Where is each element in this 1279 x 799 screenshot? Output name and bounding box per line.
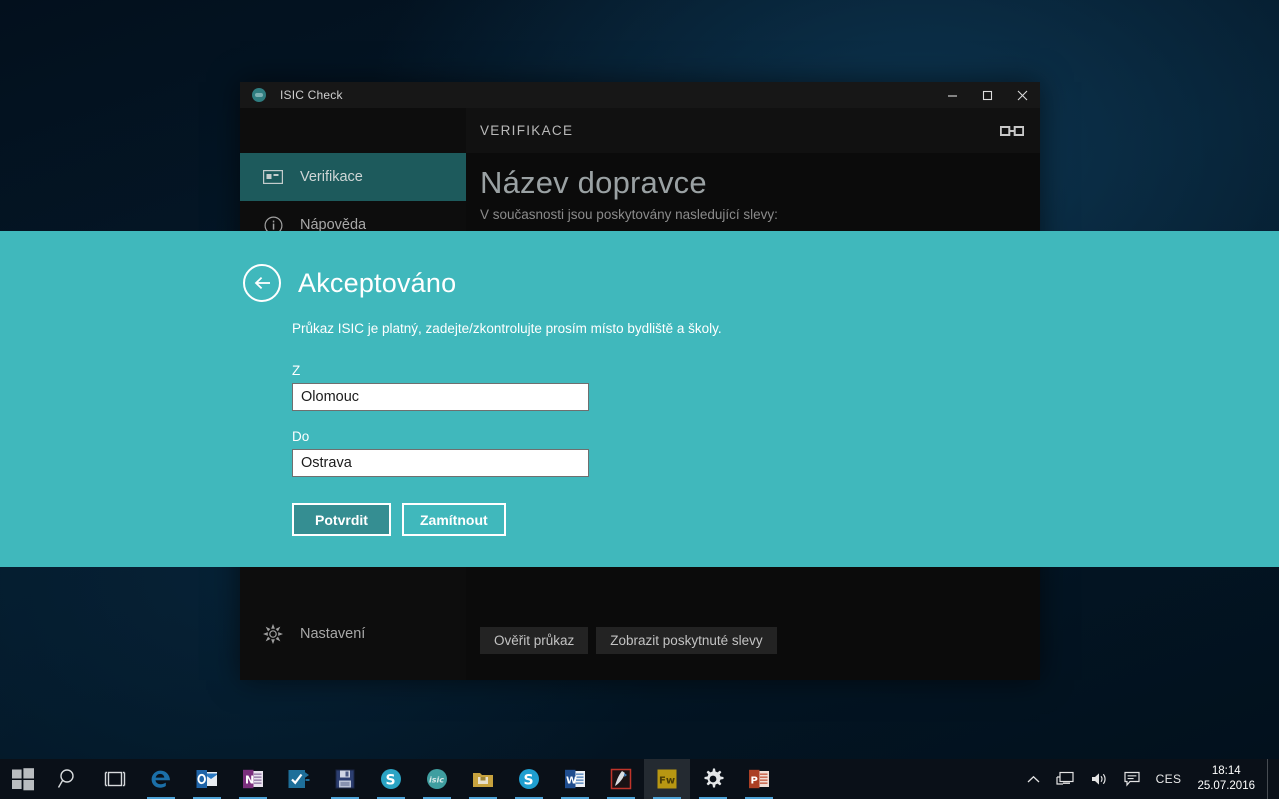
from-input[interactable] (292, 383, 589, 411)
overlay-content: Akceptováno Průkaz ISIC je platný, zadej… (240, 231, 1279, 567)
window-title-bar: ISIC Check (240, 82, 1040, 108)
window-controls (935, 82, 1040, 108)
svg-text:N: N (245, 774, 254, 787)
svg-text:isic: isic (429, 776, 444, 785)
isic-icon[interactable]: isic (414, 759, 460, 799)
svg-text:Fw: Fw (659, 776, 675, 787)
isic-logo-icon (252, 88, 266, 102)
svg-text:P: P (751, 776, 758, 787)
close-icon[interactable] (1005, 82, 1040, 108)
show-hidden-icons-icon[interactable] (1019, 759, 1048, 799)
window-title: ISIC Check (280, 88, 343, 102)
field-group-to: Do (292, 429, 1279, 477)
language-indicator[interactable]: CES (1148, 759, 1190, 799)
powerpoint-icon[interactable]: P (736, 759, 782, 799)
carrier-name: Název dopravce (480, 165, 707, 200)
sidebar-item-nastaveni[interactable]: Nastavení (240, 610, 488, 658)
word-icon[interactable]: W (552, 759, 598, 799)
chain-link-icon[interactable] (1000, 125, 1024, 137)
back-arrow-icon[interactable] (243, 264, 281, 302)
to-field-label: Do (292, 429, 310, 444)
reject-button[interactable]: Zamítnout (402, 503, 506, 536)
taskbar: N S isic S W Fw P CES 18:14 25.07.2016 (0, 759, 1279, 799)
accepted-overlay-panel: Akceptováno Průkaz ISIC je platný, zadej… (0, 231, 1279, 567)
sidebar-item-verifikace[interactable]: Verifikace (240, 153, 466, 201)
route-form: Z Do (292, 363, 1279, 477)
id-card-icon (262, 166, 284, 188)
search-icon[interactable] (46, 759, 92, 799)
content-header: VERIFIKACE (466, 108, 1040, 153)
network-icon[interactable] (1048, 759, 1082, 799)
windows-start-icon[interactable] (0, 759, 46, 799)
clock-time: 18:14 (1211, 765, 1241, 777)
carrier-subtitle: V současnosti jsou poskytovány nasledují… (480, 206, 778, 222)
content-main: Název dopravce V současnosti jsou poskyt… (466, 153, 1040, 222)
acrobat-icon[interactable] (598, 759, 644, 799)
sidebar-item-label: Verifikace (300, 169, 363, 185)
action-center-icon[interactable] (1116, 759, 1148, 799)
overlay-buttons: Potvrdit Zamítnout (292, 503, 1279, 536)
confirm-button[interactable]: Potvrdit (292, 503, 391, 536)
gear-icon (262, 623, 284, 645)
svg-text:S: S (524, 773, 534, 789)
overlay-header: Akceptováno (240, 231, 1279, 302)
wunderlist-icon[interactable] (276, 759, 322, 799)
sidebar-item-label: Nastavení (300, 626, 366, 642)
svg-text:S: S (386, 773, 396, 789)
from-field-label: Z (292, 363, 301, 378)
folder-icon[interactable] (460, 759, 506, 799)
to-input[interactable] (292, 449, 589, 477)
minimize-icon[interactable] (935, 82, 970, 108)
onenote-icon[interactable]: N (230, 759, 276, 799)
outlook-icon[interactable] (184, 759, 230, 799)
show-desktop-button[interactable] (1267, 759, 1275, 799)
skype-business-icon[interactable]: S (368, 759, 414, 799)
content-action-buttons: Ověřit průkaz Zobrazit poskytnuté slevy (480, 627, 777, 654)
task-view-icon[interactable] (92, 759, 138, 799)
skype-icon[interactable]: S (506, 759, 552, 799)
page-title: VERIFIKACE (480, 123, 574, 138)
desktop: ISIC Check Verifikace Nápověda Nastavení… (0, 0, 1279, 799)
field-group-from: Z (292, 363, 1279, 411)
sidebar-top-spacer (240, 108, 466, 153)
clock-date: 25.07.2016 (1197, 780, 1255, 792)
settings-gear-icon[interactable] (690, 759, 736, 799)
svg-text:W: W (566, 776, 577, 787)
maximize-icon[interactable] (970, 82, 1005, 108)
volume-icon[interactable] (1082, 759, 1116, 799)
clock[interactable]: 18:14 25.07.2016 (1189, 759, 1267, 799)
overlay-description: Průkaz ISIC je platný, zadejte/zkontrolu… (292, 321, 722, 336)
overlay-title: Akceptováno (298, 267, 457, 298)
show-discounts-button[interactable]: Zobrazit poskytnuté slevy (596, 627, 777, 654)
save-disk-icon[interactable] (322, 759, 368, 799)
fireworks-icon[interactable]: Fw (644, 759, 690, 799)
edge-icon[interactable] (138, 759, 184, 799)
system-tray: CES 18:14 25.07.2016 (1019, 759, 1279, 799)
verify-card-button[interactable]: Ověřit průkaz (480, 627, 589, 654)
